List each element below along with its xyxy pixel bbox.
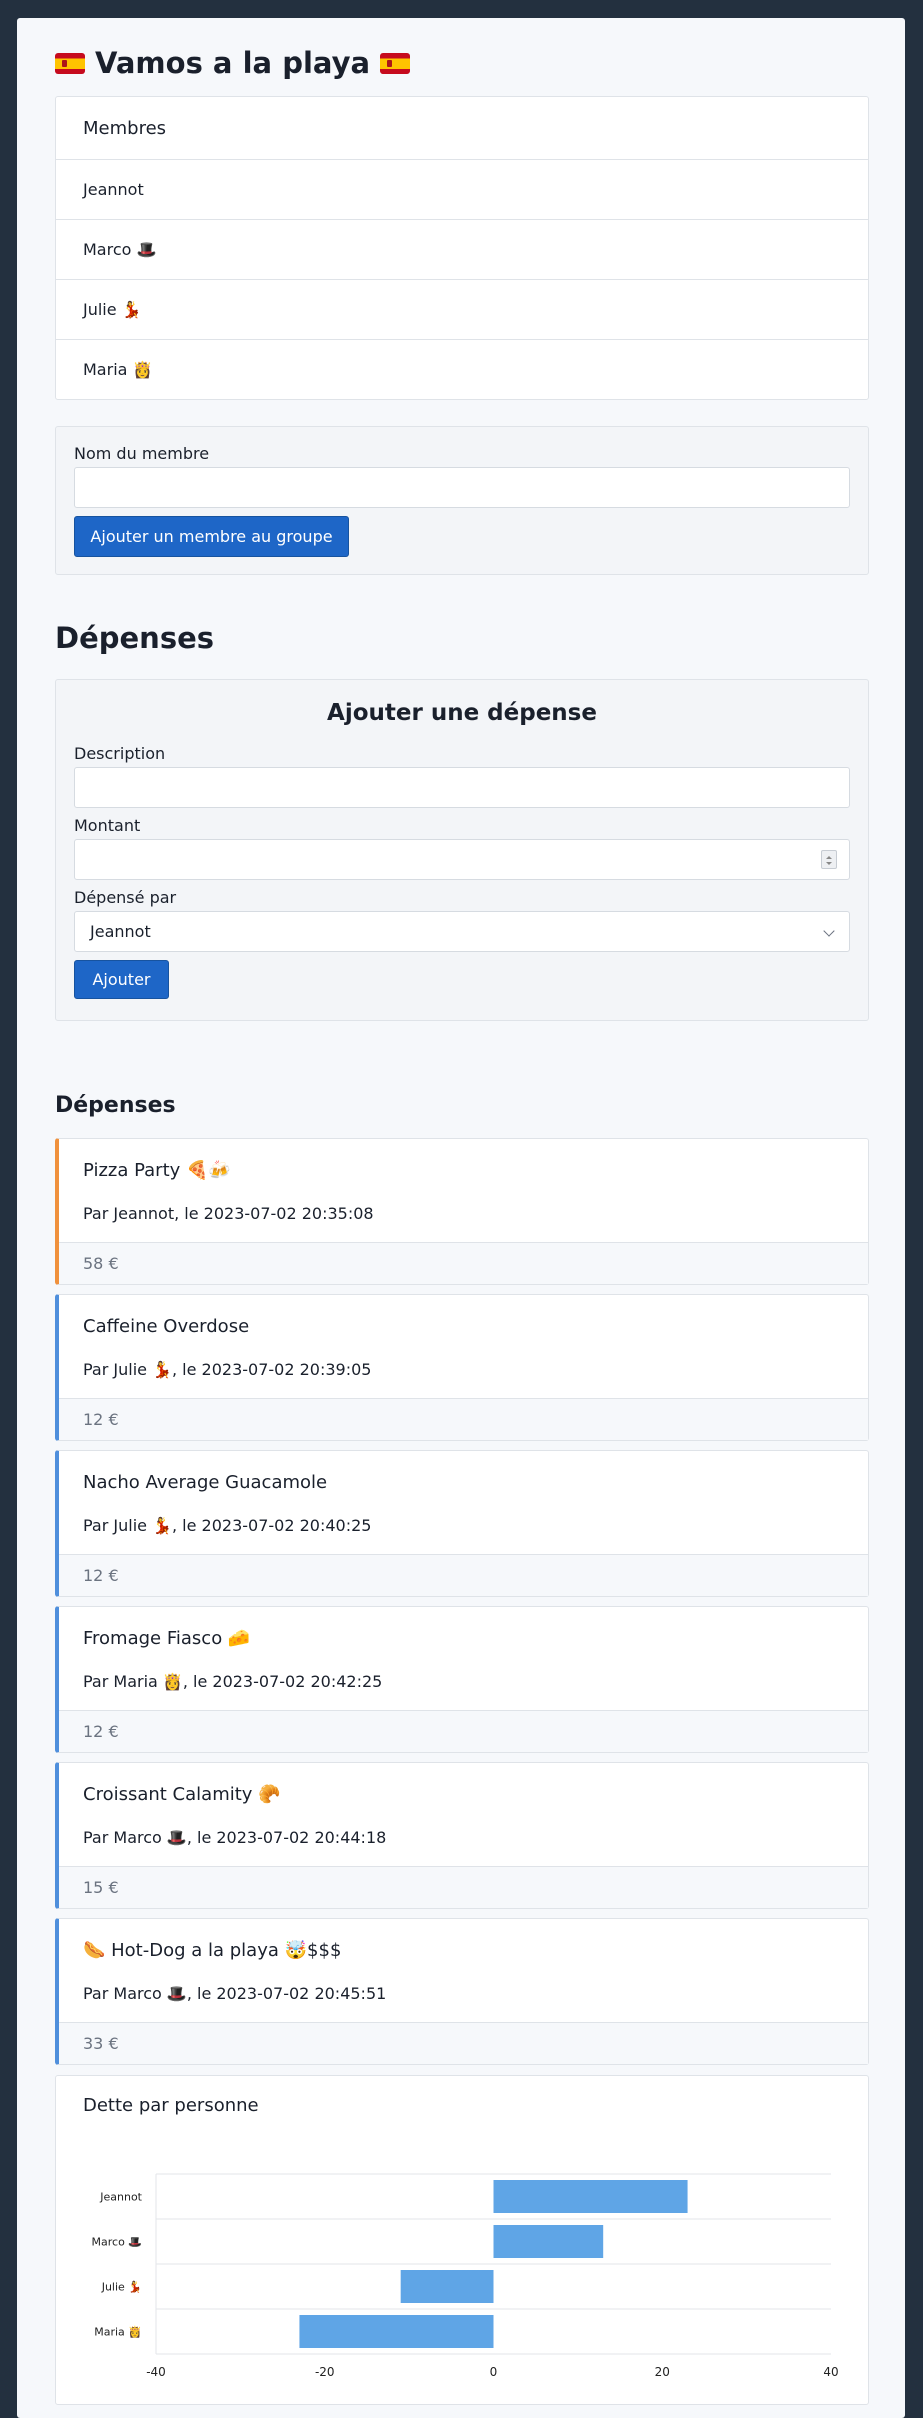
app-panel: Vamos a la playa Membres Jeannot Marco 🎩… <box>17 18 905 2418</box>
chart-tick-label: 0 <box>490 2365 498 2379</box>
chart-bar <box>493 2225 604 2258</box>
paid-by-label: Dépensé par <box>74 888 177 907</box>
member-item: Maria 👸 <box>56 339 868 399</box>
add-member-form: Nom du membre Ajouter un membre au group… <box>55 426 869 575</box>
expense-title: Pizza Party 🍕🍻 <box>83 1160 231 1181</box>
chart-category-label: Julie 💃 <box>101 2281 142 2294</box>
expense-meta: Par Marco 🎩, le 2023-07-02 20:45:51 <box>83 1984 387 2003</box>
expense-amount: 15 € <box>59 1866 868 1908</box>
expense-list-heading: Dépenses <box>55 1093 176 1118</box>
expense-meta: Par Marco 🎩, le 2023-07-02 20:44:18 <box>83 1828 387 1847</box>
expense-title: Caffeine Overdose <box>83 1316 250 1337</box>
expense-card: Caffeine Overdose Par Julie 💃, le 2023-0… <box>55 1294 869 1441</box>
members-list: Membres Jeannot Marco 🎩 Julie 💃 Maria 👸 <box>55 96 869 400</box>
debt-chart: Jeannot Marco 🎩 Julie 💃 Maria 👸 -40 -20 0 20 40 <box>92 2173 839 2379</box>
expense-card: Croissant Calamity 🥐 Par Marco 🎩, le 202… <box>55 1762 869 1909</box>
add-expense-form: Ajouter une dépense Description Montant … <box>55 679 869 1021</box>
expense-card: Fromage Fiasco 🧀 Par Maria 👸, le 2023-07… <box>55 1606 869 1753</box>
expense-amount: 12 € <box>59 1710 868 1752</box>
expense-meta: Par Julie 💃, le 2023-07-02 20:40:25 <box>83 1516 372 1535</box>
expense-title: Fromage Fiasco 🧀 <box>83 1628 251 1649</box>
chart-category-label: Jeannot <box>99 2191 142 2204</box>
member-name-label: Nom du membre <box>74 444 210 463</box>
expense-title: 🌭 Hot-Dog a la playa 🤯$$$ <box>83 1940 342 1961</box>
expense-meta: Par Jeannot, le 2023-07-02 20:35:08 <box>83 1204 374 1223</box>
chart-category-label: Marco 🎩 <box>92 2236 143 2249</box>
chart-tick-label: 20 <box>655 2365 670 2379</box>
chart-bar <box>493 2180 688 2213</box>
expense-amount: 12 € <box>59 1398 868 1440</box>
expense-meta: Par Julie 💃, le 2023-07-02 20:39:05 <box>83 1360 372 1379</box>
spain-flag-icon <box>380 52 411 74</box>
number-spinner-icon[interactable] <box>821 850 837 869</box>
chart-bar <box>299 2315 494 2348</box>
expense-title: Nacho Average Guacamole <box>83 1472 328 1493</box>
debt-chart-card: Dette par personne Jeannot Marco 🎩 Julie 💃… <box>55 2075 869 2405</box>
member-item: Marco 🎩 <box>56 219 868 279</box>
chart-tick-label: 40 <box>823 2365 838 2379</box>
add-expense-title: Ajouter une dépense <box>327 700 597 726</box>
expense-card: Nacho Average Guacamole Par Julie 💃, le … <box>55 1450 869 1597</box>
amount-input[interactable] <box>74 839 850 880</box>
chart-tick-label: -20 <box>315 2365 335 2379</box>
expense-meta: Par Maria 👸, le 2023-07-02 20:42:25 <box>83 1672 383 1691</box>
spain-flag-icon <box>55 52 85 74</box>
members-header: Membres <box>83 117 167 139</box>
chart-tick-label: -40 <box>146 2365 166 2379</box>
chevron-down-icon <box>823 925 835 937</box>
expense-amount: 33 € <box>59 2022 868 2064</box>
page-title-text: Vamos a la playa <box>95 46 371 80</box>
member-item: Julie 💃 <box>56 279 868 339</box>
chart-category-label: Maria 👸 <box>94 2326 142 2339</box>
expense-title: Croissant Calamity 🥐 <box>83 1784 281 1805</box>
chart-bar <box>400 2270 494 2303</box>
add-expense-button[interactable]: Ajouter <box>74 960 169 999</box>
expenses-heading: Dépenses <box>55 621 215 655</box>
paid-by-selected: Jeannot <box>90 922 151 941</box>
add-member-button[interactable]: Ajouter un membre au groupe <box>74 516 349 557</box>
expense-card: 🌭 Hot-Dog a la playa 🤯$$$ Par Marco 🎩, l… <box>55 1918 869 2065</box>
description-input[interactable] <box>74 767 850 808</box>
description-label: Description <box>74 744 166 763</box>
page-title: Vamos a la playa <box>55 46 411 80</box>
expense-amount: 58 € <box>59 1242 868 1284</box>
member-item: Jeannot <box>56 159 868 219</box>
amount-label: Montant <box>74 816 141 835</box>
expense-card: Pizza Party 🍕🍻 Par Jeannot, le 2023-07-0… <box>55 1138 869 1285</box>
expense-amount: 12 € <box>59 1554 868 1596</box>
member-name-input[interactable] <box>74 467 850 508</box>
paid-by-select[interactable]: Jeannot <box>74 911 850 952</box>
